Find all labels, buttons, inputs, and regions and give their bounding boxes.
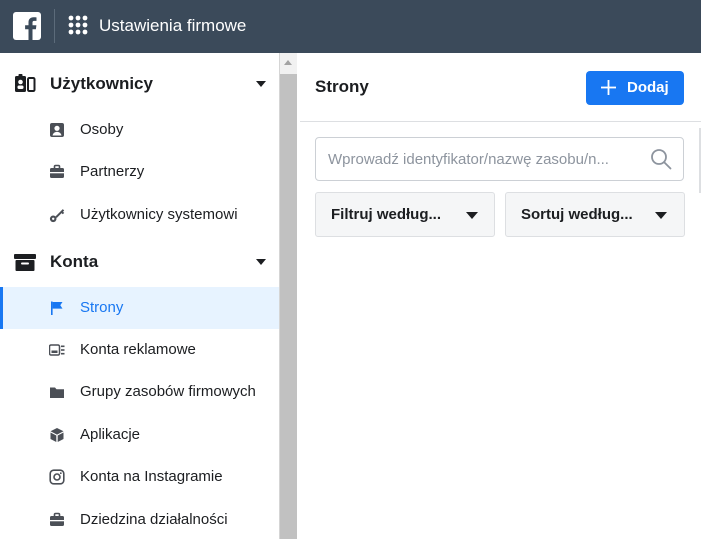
briefcase-icon [50, 512, 64, 526]
caret-down-icon[interactable] [256, 259, 266, 265]
search-icon[interactable] [650, 148, 672, 170]
users-badge-icon [15, 74, 36, 92]
add-button-label: Dodaj [627, 79, 669, 96]
sidebar-section-accounts[interactable]: Konta [0, 240, 279, 284]
facebook-logo-icon[interactable] [13, 12, 41, 40]
topbar-divider [54, 9, 55, 43]
filter-dropdown[interactable]: Filtruj według... [315, 192, 495, 237]
section-label: Użytkownicy [50, 74, 153, 93]
caret-down-icon [655, 212, 667, 219]
plus-icon [601, 80, 616, 95]
nav-label: Osoby [80, 121, 124, 138]
scrollbar-up-button[interactable] [280, 53, 297, 74]
page-title: Strony [315, 77, 369, 96]
section-label: Konta [50, 252, 99, 271]
sidebar-item-apps[interactable]: Aplikacje [0, 414, 279, 456]
sidebar-item-business-asset-groups[interactable]: Grupy zasobów firmowych [0, 371, 279, 413]
search-input[interactable]: Wprowadź identyfikator/nazwę zasobu/n... [315, 137, 684, 181]
ad-account-icon [49, 344, 65, 356]
nav-label: Partnerzy [80, 163, 145, 180]
scroll-up-arrow-icon [284, 60, 292, 65]
caret-down-icon [466, 212, 478, 219]
sort-dropdown[interactable]: Sortuj według... [505, 192, 685, 237]
nav-label: Aplikacje [80, 426, 141, 443]
sidebar-item-partners[interactable]: Partnerzy [0, 151, 279, 193]
main-header: Strony Dodaj [300, 53, 701, 122]
sidebar-item-people[interactable]: Osoby [0, 109, 279, 151]
top-bar: Ustawienia firmowe [0, 0, 701, 53]
person-card-icon [50, 123, 64, 137]
nav-label: Grupy zasobów firmowych [80, 383, 256, 400]
main-panel: Strony Dodaj Wprowadź identyfikator/nazw… [300, 53, 701, 539]
sidebar-item-ad-accounts[interactable]: Konta reklamowe [0, 329, 279, 371]
sidebar-scrollbar[interactable] [279, 53, 297, 539]
nav-label: Konta reklamowe [80, 341, 196, 358]
instagram-icon [49, 469, 65, 485]
sidebar-item-business-domain[interactable]: Dziedzina działalności [0, 499, 279, 539]
nav-label: Strony [80, 299, 124, 316]
sidebar-item-instagram-accounts[interactable]: Konta na Instagramie [0, 456, 279, 498]
add-button[interactable]: Dodaj [586, 71, 684, 105]
briefcase-icon [50, 164, 64, 178]
sort-label: Sortuj według... [521, 206, 633, 223]
grid-dots-icon[interactable] [68, 15, 88, 35]
key-icon [49, 209, 65, 223]
archive-box-icon [14, 254, 36, 271]
nav-label: Konta na Instagramie [80, 468, 223, 485]
nav-label: Dziedzina działalności [80, 511, 228, 528]
app-title: Ustawienia firmowe [99, 16, 247, 35]
flag-icon [51, 301, 63, 315]
sidebar: Użytkownicy Osoby Partnerzy Użytkownicy … [0, 53, 280, 539]
search-placeholder: Wprowadź identyfikator/nazwę zasobu/n... [328, 151, 609, 168]
cube-icon [50, 428, 64, 442]
sidebar-item-pages[interactable]: Strony [0, 287, 279, 329]
filter-label: Filtruj według... [331, 206, 441, 223]
folder-icon [50, 387, 64, 398]
sidebar-section-users[interactable]: Użytkownicy [0, 62, 279, 106]
sidebar-item-system-users[interactable]: Użytkownicy systemowi [0, 194, 279, 236]
caret-down-icon[interactable] [256, 81, 266, 87]
nav-label: Użytkownicy systemowi [80, 206, 238, 223]
